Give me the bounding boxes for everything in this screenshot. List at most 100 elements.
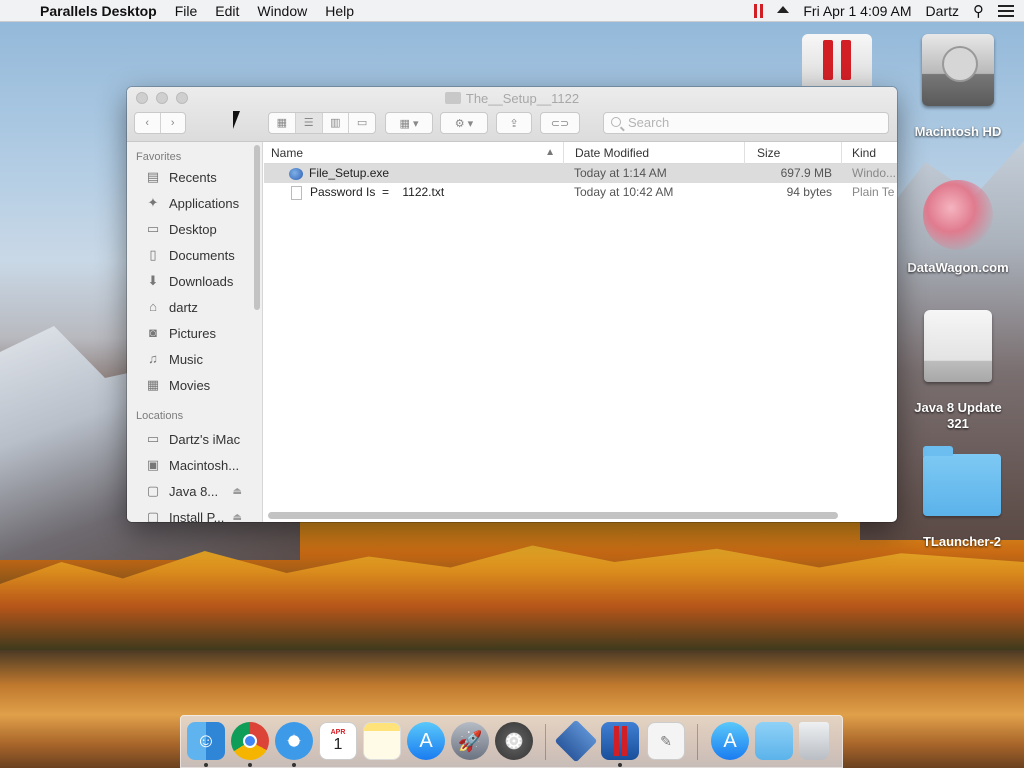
empty-row bbox=[264, 411, 897, 430]
home-icon: ⌂ bbox=[149, 299, 157, 314]
empty-row bbox=[264, 449, 897, 468]
dock-chrome-icon[interactable] bbox=[231, 722, 269, 760]
list-view-button[interactable]: ☰ bbox=[295, 113, 323, 133]
list-rows: File_Setup.exe Today at 1:14 AM 697.9 MB… bbox=[264, 164, 897, 506]
disk-image-icon bbox=[924, 310, 992, 382]
dock-trash-icon[interactable] bbox=[799, 722, 829, 760]
empty-row bbox=[264, 430, 897, 449]
disk-icon: ▢ bbox=[146, 509, 160, 523]
sidebar-scrollbar[interactable] bbox=[254, 145, 260, 310]
sidebar-item-pictures[interactable]: ◙ Pictures bbox=[127, 320, 262, 346]
exe-icon bbox=[289, 167, 303, 180]
sidebar-item-home[interactable]: ⌂ dartz bbox=[127, 294, 262, 320]
sidebar-item-desktop[interactable]: ▭ Desktop bbox=[127, 216, 262, 242]
sidebar-item-imac[interactable]: ▭ Dartz's iMac bbox=[127, 426, 262, 452]
sidebar-item-recents[interactable]: ▤ Recents bbox=[127, 164, 262, 190]
running-indicator bbox=[618, 763, 622, 767]
pictures-icon: ◙ bbox=[149, 325, 157, 340]
desktop-icon-label: Java 8 Update 321 bbox=[914, 400, 1002, 431]
column-header-date-modified[interactable]: Date Modified bbox=[564, 142, 745, 164]
menu-window[interactable]: Window bbox=[257, 3, 307, 19]
view-mode-buttons: ▦ ☰ ▥ ▭ bbox=[268, 112, 376, 134]
sidebar-item-applications[interactable]: ✦ Applications bbox=[127, 190, 262, 216]
forward-button[interactable]: › bbox=[161, 113, 186, 133]
disk-icon: ▣ bbox=[146, 457, 160, 472]
dock-launchpad-icon[interactable]: 🚀 bbox=[451, 722, 489, 760]
desktop-icon-label: Macintosh HD bbox=[914, 124, 1002, 139]
table-row[interactable]: Password Is = 1122.txt Today at 10:42 AM… bbox=[264, 183, 897, 202]
dock-finder-icon[interactable]: ☺ bbox=[187, 722, 225, 760]
sidebar-item-downloads[interactable]: ⬇ Downloads bbox=[127, 268, 262, 294]
dock-textedit-icon[interactable]: ✎ bbox=[647, 722, 685, 760]
desktop-icon-tlauncher[interactable]: TLauncher-2 bbox=[910, 446, 1014, 549]
file-name: Password Is = 1122.txt bbox=[310, 185, 445, 199]
search-input[interactable]: Search bbox=[603, 112, 889, 134]
column-header-size[interactable]: Size bbox=[745, 142, 842, 164]
dock-separator bbox=[697, 724, 698, 760]
sidebar-item-music[interactable]: ♫ Music bbox=[127, 346, 262, 372]
eject-icon[interactable] bbox=[777, 5, 790, 13]
table-row[interactable]: File_Setup.exe Today at 1:14 AM 697.9 MB… bbox=[264, 164, 897, 183]
notification-center-icon[interactable] bbox=[998, 5, 1014, 17]
column-header-name[interactable]: Name ▲ bbox=[264, 142, 564, 164]
sidebar-item-macintosh-hd[interactable]: ▣ Macintosh... bbox=[127, 452, 262, 478]
file-name: File_Setup.exe bbox=[309, 166, 390, 180]
dock-virtualbox-icon[interactable] bbox=[554, 719, 598, 763]
menu-app-name[interactable]: Parallels Desktop bbox=[40, 3, 157, 19]
empty-row bbox=[264, 373, 897, 392]
desktop-icon-macintosh-hd[interactable]: Macintosh HD bbox=[906, 34, 1010, 139]
action-gear-button[interactable]: ⚙ ▾ bbox=[440, 112, 488, 134]
sidebar-item-install[interactable]: ▢ Install P... ⏏ bbox=[127, 504, 262, 523]
text-file-icon bbox=[291, 185, 302, 200]
back-button[interactable]: ‹ bbox=[135, 113, 161, 133]
menu-help[interactable]: Help bbox=[325, 3, 354, 19]
desktop-icon-java-installer[interactable]: Java 8 Update 321 bbox=[906, 310, 1010, 432]
dock-app-store-downloads-icon[interactable]: A bbox=[711, 722, 749, 760]
horizontal-scrollbar[interactable] bbox=[268, 512, 838, 519]
sidebar-item-java[interactable]: ▢ Java 8... ⏏ bbox=[127, 478, 262, 504]
dock-safari-icon[interactable]: ✦ bbox=[275, 722, 313, 760]
share-button[interactable]: ⇪ bbox=[496, 112, 532, 134]
dock-notes-icon[interactable] bbox=[363, 722, 401, 760]
recents-icon: ▤ bbox=[146, 169, 160, 184]
running-indicator bbox=[292, 763, 296, 767]
eject-icon[interactable]: ⏏ bbox=[233, 512, 242, 523]
dock-parallels-icon[interactable] bbox=[601, 722, 639, 760]
parallels-app-icon[interactable] bbox=[802, 34, 872, 86]
file-list: Name ▲ Date Modified Size Kind File_Setup… bbox=[264, 142, 897, 522]
desktop-icon-datawagon[interactable]: DataWagon.com bbox=[900, 180, 1016, 275]
downloads-icon: ⬇ bbox=[147, 273, 159, 288]
parallels-status-icon[interactable] bbox=[754, 4, 764, 18]
icon-view-button[interactable]: ▦ bbox=[269, 113, 296, 133]
dock: ☺ ✦ APR 1 A 🚀 ⚙ ✎ A bbox=[180, 715, 843, 768]
back-forward-buttons: ‹ › bbox=[134, 112, 186, 134]
dock-calendar-icon[interactable]: APR 1 bbox=[319, 722, 357, 760]
menu-file[interactable]: File bbox=[175, 3, 198, 19]
file-date: Today at 1:14 AM bbox=[574, 166, 667, 180]
dock-folder-icon[interactable] bbox=[755, 722, 793, 760]
menu-edit[interactable]: Edit bbox=[215, 3, 239, 19]
mouse-cursor bbox=[233, 111, 240, 129]
spotlight-icon[interactable]: ⚲ bbox=[973, 2, 984, 20]
gallery-view-button[interactable]: ▭ bbox=[349, 113, 375, 133]
finder-window: The__Setup__1122 ‹ › ▦ ☰ ▥ ▭ ▦ ▾ ⚙ ▾ ⇪ ⊂… bbox=[127, 87, 897, 522]
menu-user[interactable]: Dartz bbox=[926, 3, 959, 19]
dock-system-preferences-icon[interactable]: ⚙ bbox=[495, 722, 533, 760]
folder-icon bbox=[444, 92, 461, 104]
eject-icon[interactable]: ⏏ bbox=[233, 486, 242, 497]
running-indicator bbox=[248, 763, 252, 767]
empty-row bbox=[264, 297, 897, 316]
music-icon: ♫ bbox=[148, 351, 158, 366]
empty-row bbox=[264, 259, 897, 278]
file-size: 697.9 MB bbox=[780, 166, 832, 180]
empty-row bbox=[264, 202, 897, 221]
menu-clock[interactable]: Fri Apr 1 4:09 AM bbox=[803, 3, 911, 19]
sidebar-item-documents[interactable]: ▯ Documents bbox=[127, 242, 262, 268]
window-titlebar[interactable]: The__Setup__1122 ‹ › ▦ ☰ ▥ ▭ ▦ ▾ ⚙ ▾ ⇪ ⊂… bbox=[127, 87, 897, 142]
column-view-button[interactable]: ▥ bbox=[323, 113, 350, 133]
column-header-kind[interactable]: Kind bbox=[842, 142, 897, 164]
tags-button[interactable]: ⊂⊃ bbox=[540, 112, 580, 134]
group-by-button[interactable]: ▦ ▾ bbox=[385, 112, 433, 134]
dock-app-store-icon[interactable]: A bbox=[407, 722, 445, 760]
sidebar-item-movies[interactable]: ▦ Movies bbox=[127, 372, 262, 398]
